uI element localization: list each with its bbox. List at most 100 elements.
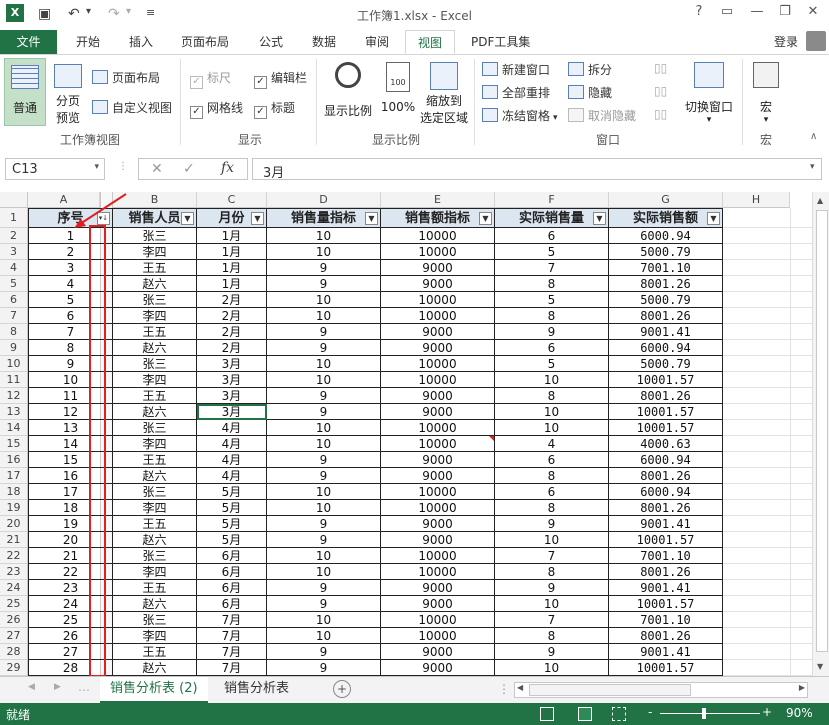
row-header[interactable]: 7	[0, 308, 28, 324]
table-cell[interactable]: 李四	[113, 436, 197, 452]
table-cell[interactable]: 8	[495, 388, 609, 404]
table-cell[interactable]: 10	[495, 404, 609, 420]
table-cell[interactable]: 6月	[197, 564, 267, 580]
scroll-right-icon[interactable]: ▶	[799, 683, 805, 692]
row-header[interactable]: 4	[0, 260, 28, 276]
row-header[interactable]: 1	[0, 208, 28, 228]
table-cell[interactable]: 4月	[197, 420, 267, 436]
table-cell[interactable]: 10	[267, 244, 381, 260]
table-cell[interactable]: 9000	[381, 660, 495, 676]
row-header[interactable]: 27	[0, 628, 28, 644]
table-cell[interactable]: 李四	[113, 244, 197, 260]
table-cell[interactable]: 6	[495, 228, 609, 244]
row-header[interactable]: 22	[0, 548, 28, 564]
table-cell[interactable]: 张三	[113, 548, 197, 564]
table-cell[interactable]: 9	[267, 452, 381, 468]
table-cell[interactable]: 8	[495, 308, 609, 324]
table-cell[interactable]: 10001.57	[609, 404, 723, 420]
row-header[interactable]: 10	[0, 356, 28, 372]
table-header-cell[interactable]: 月份 ▼	[197, 208, 267, 228]
table-cell[interactable]: 5000.79	[609, 356, 723, 372]
table-cell[interactable]: 8001.26	[609, 628, 723, 644]
column-header-d[interactable]: D	[267, 192, 381, 208]
table-cell[interactable]: 9	[495, 324, 609, 340]
row-header[interactable]: 20	[0, 516, 28, 532]
table-cell[interactable]: 6月	[197, 548, 267, 564]
filter-dropdown-icon[interactable]: ▼	[707, 212, 720, 225]
insert-function-icon[interactable]: fx	[221, 160, 234, 176]
column-header-e[interactable]: E	[381, 192, 495, 208]
table-cell[interactable]: 10000	[381, 484, 495, 500]
table-cell[interactable]: 10	[495, 420, 609, 436]
zoom-button[interactable]: 显示比例	[322, 58, 374, 126]
table-cell[interactable]: 9000	[381, 276, 495, 292]
table-cell[interactable]: 赵六	[113, 340, 197, 356]
row-header[interactable]: 23	[0, 564, 28, 580]
table-cell[interactable]: 6	[495, 452, 609, 468]
table-cell[interactable]: 9000	[381, 324, 495, 340]
table-cell[interactable]: 7	[495, 548, 609, 564]
table-cell[interactable]: 9000	[381, 404, 495, 420]
column-header-c[interactable]: C	[197, 192, 267, 208]
table-cell[interactable]: 7月	[197, 612, 267, 628]
hide-button[interactable]: 隐藏	[568, 84, 612, 101]
arrange-all-button[interactable]: 全部重排	[482, 84, 550, 101]
table-cell[interactable]: 9	[267, 516, 381, 532]
table-cell[interactable]: 6月	[197, 596, 267, 612]
horizontal-scrollbar[interactable]: ◀ ▶	[514, 682, 808, 698]
table-cell[interactable]: 9	[267, 340, 381, 356]
custom-views-button[interactable]: 自定义视图	[92, 99, 172, 116]
table-cell[interactable]: 10001.57	[609, 372, 723, 388]
table-cell[interactable]: 5月	[197, 516, 267, 532]
row-header[interactable]: 5	[0, 276, 28, 292]
table-cell[interactable]: 1月	[197, 228, 267, 244]
table-cell[interactable]: 王五	[113, 260, 197, 276]
table-cell[interactable]: 张三	[113, 612, 197, 628]
table-cell[interactable]: 7	[495, 260, 609, 276]
table-cell[interactable]: 5000.79	[609, 292, 723, 308]
help-button[interactable]: ?	[688, 4, 710, 19]
table-cell[interactable]: 赵六	[113, 596, 197, 612]
table-cell[interactable]: 2月	[197, 324, 267, 340]
table-cell[interactable]: 10	[267, 436, 381, 452]
table-cell[interactable]: 10000	[381, 228, 495, 244]
scroll-up-icon[interactable]: ▲	[817, 196, 823, 205]
table-header-cell[interactable]: 销售额指标 ▼	[381, 208, 495, 228]
prev-sheet-icon[interactable]: ◀	[28, 682, 35, 692]
ribbon-display-icon[interactable]: ▭	[716, 4, 738, 19]
row-header[interactable]: 19	[0, 500, 28, 516]
table-cell[interactable]: 8	[495, 564, 609, 580]
table-cell[interactable]: 8001.26	[609, 468, 723, 484]
table-cell[interactable]: 9	[267, 644, 381, 660]
table-cell[interactable]: 3月	[197, 356, 267, 372]
table-cell[interactable]: 10001.57	[609, 420, 723, 436]
table-cell[interactable]: 10	[267, 500, 381, 516]
table-cell[interactable]: 6000.94	[609, 452, 723, 468]
row-header[interactable]: 15	[0, 436, 28, 452]
table-cell[interactable]: 9	[267, 388, 381, 404]
next-sheet-icon[interactable]: ▶	[54, 682, 61, 692]
table-cell[interactable]: 8	[495, 276, 609, 292]
row-header[interactable]: 17	[0, 468, 28, 484]
table-cell[interactable]: 8001.26	[609, 564, 723, 580]
tab-data[interactable]: 数据	[312, 33, 336, 50]
table-cell[interactable]: 9	[495, 580, 609, 596]
table-cell[interactable]: 10001.57	[609, 660, 723, 676]
table-cell[interactable]: 8001.26	[609, 276, 723, 292]
table-cell[interactable]: 4000.63	[609, 436, 723, 452]
tab-insert[interactable]: 插入	[129, 33, 153, 50]
table-cell[interactable]: 1月	[197, 276, 267, 292]
table-cell[interactable]: 9000	[381, 516, 495, 532]
table-cell[interactable]: 7月	[197, 660, 267, 676]
switch-windows-button[interactable]: 切换窗口 ▾	[680, 58, 738, 126]
collapse-ribbon-icon[interactable]: ∧	[810, 131, 817, 142]
scroll-thumb[interactable]	[816, 210, 828, 652]
table-cell[interactable]: 10000	[381, 420, 495, 436]
freeze-panes-button[interactable]: 冻结窗格 ▾	[482, 107, 558, 124]
table-cell[interactable]: 8	[495, 500, 609, 516]
formula-bar-checkbox[interactable]: ✓ 编辑栏	[254, 69, 307, 89]
table-cell[interactable]: 张三	[113, 356, 197, 372]
table-cell[interactable]: 李四	[113, 628, 197, 644]
table-cell[interactable]: 9001.41	[609, 516, 723, 532]
table-cell[interactable]: 李四	[113, 500, 197, 516]
